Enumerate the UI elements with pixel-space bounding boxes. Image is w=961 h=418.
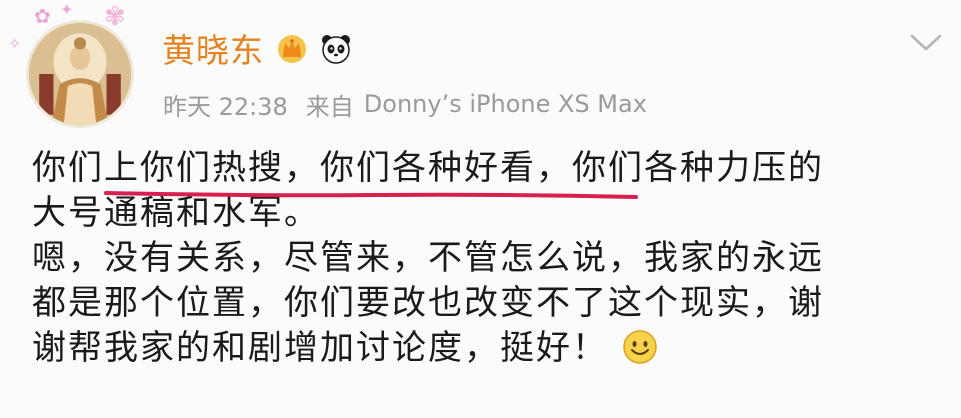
- panda-icon: [322, 35, 350, 64]
- author-name[interactable]: 黄晓东: [162, 24, 264, 72]
- smile-emoji-icon: [622, 329, 658, 365]
- post-text-line: 谢帮我家的和剧增加讨论度，挺好！: [32, 328, 608, 368]
- weibo-post-card: ✿ ✦ ✾ ✧ 黄晓东 昨天 22:38 来自 Donny’s iPhone X…: [0, 0, 961, 418]
- post-menu-chevron-down-icon[interactable]: [908, 30, 944, 56]
- source-device[interactable]: Donny’s iPhone XS Max: [364, 90, 647, 118]
- post-timestamp: 昨天 22:38: [163, 92, 288, 121]
- post-meta: 昨天 22:38 来自 Donny’s iPhone XS Max: [163, 86, 647, 122]
- author-name-row: 黄晓东: [162, 26, 352, 70]
- author-avatar[interactable]: [26, 20, 134, 128]
- post-body: 你们上你们热搜，你们各种好看，你们各种力压的 大号通稿和水军。 嗯，没有关系，尽…: [32, 146, 937, 371]
- sparkle-decoration-icon: ✦: [60, 0, 74, 19]
- sparkle-decoration-icon: ✾: [104, 2, 126, 32]
- sparkle-decoration-icon: ✿: [34, 4, 51, 28]
- post-source: 来自 Donny’s iPhone XS Max: [306, 87, 647, 122]
- sparkle-decoration-icon: ✧: [8, 34, 22, 53]
- crown-icon: [278, 35, 306, 63]
- highlight-underline: [104, 188, 638, 200]
- post-text-line: 都是那个位置，你们要改也改变不了这个现实，谢: [32, 283, 824, 323]
- post-text-line: 你们上你们热搜，你们各种好看，你们各种力压的: [32, 148, 824, 188]
- source-prefix: 来自: [305, 92, 354, 121]
- post-text-line: 嗯，没有关系，尽管来，不管怎么说，我家的永远: [32, 238, 824, 278]
- post-text-line-last: 谢帮我家的和剧增加讨论度，挺好！: [32, 326, 937, 371]
